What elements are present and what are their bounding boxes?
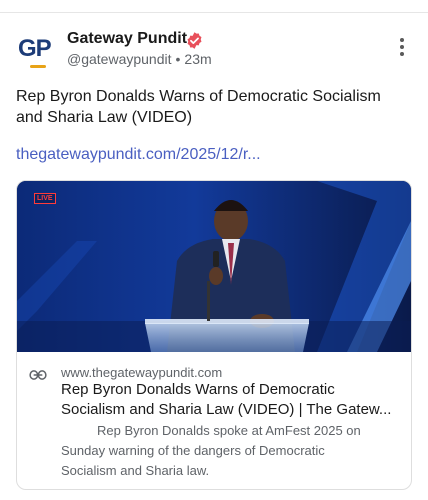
more-vertical-icon-dot — [400, 52, 404, 56]
preview-image-scene — [17, 181, 411, 352]
preview-title[interactable]: Rep Byron Donalds Warns of Democratic So… — [61, 380, 401, 420]
preview-domain: www.thegatewaypundit.com — [61, 365, 223, 380]
avatar[interactable]: GP — [16, 33, 56, 69]
meta-separator: • — [175, 51, 181, 67]
author-name[interactable]: Gateway Pundit — [67, 30, 187, 48]
more-vertical-icon — [400, 38, 404, 42]
post-text: Rep Byron Donalds Warns of Democratic So… — [16, 88, 381, 126]
top-divider — [0, 12, 428, 13]
post-header: GP Gateway Pundit @gatewaypundit • 23m — [16, 29, 412, 73]
preview-image[interactable]: LIVE — [17, 181, 411, 352]
preview-meta: www.thegatewaypundit.com Rep Byron Donal… — [17, 352, 411, 489]
avatar-logo-text: GP — [18, 35, 52, 62]
author-handle[interactable]: @gatewaypundit — [67, 51, 172, 67]
preview-description: Rep Byron Donalds spoke at AmFest 2025 o… — [61, 423, 361, 478]
author-meta: @gatewaypundit • 23m — [67, 51, 212, 67]
post-timestamp[interactable]: 23m — [184, 51, 211, 67]
live-badge: LIVE — [34, 193, 56, 204]
more-vertical-icon-dot — [400, 45, 404, 49]
link-preview-card[interactable]: LIVE www.thegatewaypundit.com Rep Byron … — [16, 180, 412, 490]
link-icon — [29, 370, 47, 380]
more-options-button[interactable] — [398, 38, 406, 60]
avatar-logo-accent — [30, 65, 46, 68]
post-link[interactable]: thegatewaypundit.com/2025/12/r... — [16, 146, 261, 164]
verified-badge-icon — [187, 32, 202, 49]
